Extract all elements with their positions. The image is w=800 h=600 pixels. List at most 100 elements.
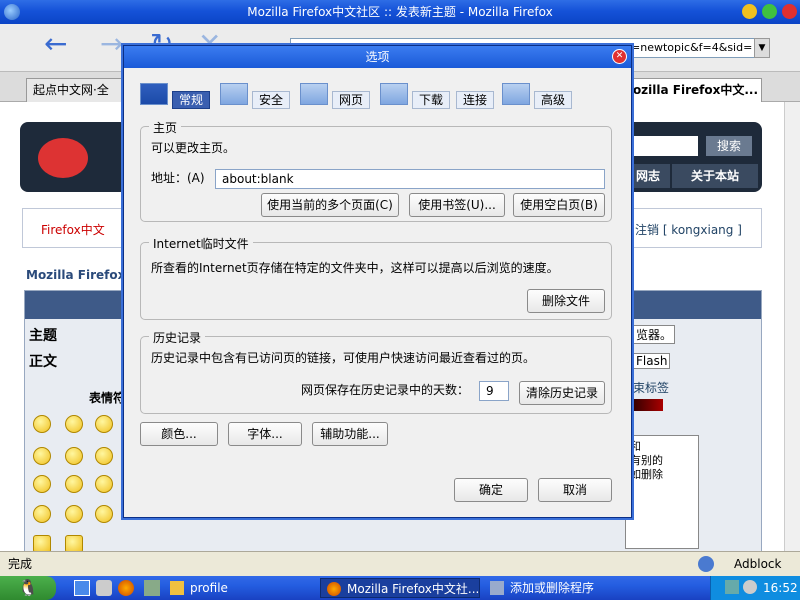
- emoticon-neutral-icon[interactable]: [95, 505, 113, 523]
- tab-advanced[interactable]: 高级: [502, 83, 582, 109]
- forward-icon[interactable]: →: [100, 24, 123, 64]
- emoticon-arrow-icon[interactable]: [65, 505, 83, 523]
- task-profile[interactable]: profile: [164, 578, 304, 598]
- home-group: 主页 可以更改主页。 地址：(A) about:blank 使用当前的多个页面(…: [140, 119, 612, 222]
- start-button[interactable]: 🐧: [0, 576, 56, 600]
- clear-cache-button[interactable]: 删除文件: [527, 289, 605, 313]
- tab-connection[interactable]: 连接: [424, 83, 504, 109]
- nav-about[interactable]: 关于本站: [672, 164, 758, 188]
- advanced-tab-icon: [502, 83, 530, 105]
- security-tab-icon: [220, 83, 248, 105]
- use-bookmark-button[interactable]: 使用书签(U)...: [409, 193, 505, 217]
- body-label: 正文: [29, 354, 57, 370]
- site-search-button[interactable]: 搜索: [706, 136, 752, 156]
- home-address-input[interactable]: about:blank: [215, 169, 605, 189]
- dialog-titlebar: 选项 ✕: [124, 46, 631, 68]
- nav-blog[interactable]: 网志: [626, 164, 670, 188]
- accessibility-button[interactable]: 辅助功能...: [312, 422, 388, 446]
- dialog-close-icon[interactable]: ✕: [612, 49, 627, 64]
- page-scrollbar[interactable]: [784, 102, 800, 551]
- use-current-pages-button[interactable]: 使用当前的多个页面(C): [261, 193, 399, 217]
- maximize-button[interactable]: [762, 4, 777, 19]
- start-logo-icon: 🐧: [18, 578, 38, 597]
- tab-webpage[interactable]: 网页: [300, 83, 380, 109]
- adblock-label[interactable]: Adblock: [734, 552, 781, 576]
- history-desc: 历史记录中包含有已访问页的链接，可使用户快速访问最近查看过的页。: [151, 351, 536, 365]
- history-days-input[interactable]: 9: [479, 381, 509, 401]
- taskbar: 🐧 profile Mozilla Firefox中文社... 添加或删除程序 …: [0, 576, 800, 600]
- task-firefox[interactable]: Mozilla Firefox中文社...: [320, 578, 480, 598]
- quicklaunch-icon[interactable]: [96, 580, 112, 596]
- window-title: Mozilla Firefox中文社区 :: 发表新主题 - Mozilla F…: [247, 5, 553, 19]
- back-icon[interactable]: ←: [44, 24, 67, 64]
- emoticon-sad-icon[interactable]: [95, 415, 113, 433]
- close-button[interactable]: [782, 4, 797, 19]
- emoticon-smile-icon[interactable]: [65, 415, 83, 433]
- close-tags-link[interactable]: 束标签: [633, 379, 669, 396]
- site-search-input[interactable]: [634, 136, 698, 156]
- tab-qidian[interactable]: 起点中文网·全: [26, 78, 126, 102]
- window-titlebar: Mozilla Firefox中文社区 :: 发表新主题 - Mozilla F…: [0, 0, 800, 24]
- help-text-3: 如删除: [630, 468, 663, 481]
- clear-history-button[interactable]: 清除历史记录: [519, 381, 605, 405]
- color-bar: [633, 399, 663, 411]
- history-legend: 历史记录: [149, 329, 206, 346]
- programs-icon: [490, 581, 504, 595]
- emoticons-label: 表情符: [89, 391, 126, 405]
- emoticon-confused-icon[interactable]: [95, 475, 113, 493]
- flash-button[interactable]: Flash: [633, 353, 671, 369]
- tab-security[interactable]: 安全: [220, 83, 300, 109]
- cache-legend: Internet临时文件: [149, 235, 253, 252]
- emoticon-idea-icon[interactable]: [33, 505, 51, 523]
- desktop-icon[interactable]: [74, 580, 90, 596]
- firefox-icon: [4, 4, 20, 20]
- webpage-tab-icon: [300, 83, 328, 105]
- fonts-button[interactable]: 字体...: [228, 422, 302, 446]
- emoticon-happy-icon[interactable]: [65, 447, 83, 465]
- colors-button[interactable]: 颜色...: [140, 422, 218, 446]
- browser-snippet: 览器。: [633, 325, 676, 344]
- use-blank-page-button[interactable]: 使用空白页(B): [513, 193, 605, 217]
- home-legend: 主页: [149, 119, 182, 136]
- clock: 16:52: [763, 581, 798, 595]
- url-dropdown-icon[interactable]: ▼: [754, 38, 770, 58]
- firefox-link[interactable]: Firefox中文: [41, 221, 105, 238]
- home-address-label: 地址：(A): [151, 171, 205, 185]
- sync-icon[interactable]: [698, 556, 714, 572]
- emoticon-angry-icon[interactable]: [33, 475, 51, 493]
- status-text: 完成: [8, 557, 33, 571]
- minimize-button[interactable]: [742, 4, 757, 19]
- cache-group: Internet临时文件 所查看的Internet页存储在特定的文件夹中，这样可…: [140, 235, 612, 320]
- emoticon-cool-icon[interactable]: [33, 447, 51, 465]
- general-tab-icon: [140, 83, 168, 105]
- system-tray: 16:52: [710, 576, 800, 600]
- volume-icon[interactable]: [743, 580, 757, 594]
- subject-label: 主题: [29, 328, 57, 344]
- mozilla-logo-icon: [38, 138, 88, 178]
- emoticon-evil-icon[interactable]: [65, 475, 83, 493]
- forum-title: Mozilla Firefox: [26, 268, 126, 282]
- cancel-button[interactable]: 取消: [538, 478, 612, 502]
- status-bar: 完成 Adblock: [0, 551, 800, 576]
- emoticon-grin-icon[interactable]: [33, 415, 51, 433]
- firefox-launch-icon[interactable]: [118, 580, 134, 596]
- options-dialog: 选项 ✕ 常规 安全 网页 下载 连接 高级 主页 可以更改主页。 地址：(A)…: [123, 45, 632, 518]
- ok-button[interactable]: 确定: [454, 478, 528, 502]
- help-box: 和 有别的 如删除: [625, 435, 699, 549]
- logout-link[interactable]: 注销 [ kongxiang ]: [635, 221, 742, 238]
- cache-desc: 所查看的Internet页存储在特定的文件夹中，这样可以提高以后浏览的速度。: [151, 261, 559, 275]
- task-add-remove[interactable]: 添加或删除程序: [484, 578, 634, 598]
- folder-icon: [170, 581, 184, 595]
- app-launch-icon[interactable]: [144, 580, 160, 596]
- history-group: 历史记录 历史记录中包含有已访问页的链接，可使用户快速访问最近查看过的页。 网页…: [140, 329, 612, 414]
- download-tab-icon: [380, 83, 408, 105]
- emoticon-worried-icon[interactable]: [95, 447, 113, 465]
- tab-general[interactable]: 常规: [140, 83, 220, 109]
- dialog-title: 选项: [365, 50, 390, 64]
- history-days-label: 网页保存在历史记录中的天数：: [301, 383, 470, 397]
- tab-firefox-community[interactable]: Mozilla Firefox中文...: [614, 78, 762, 102]
- firefox-task-icon: [327, 582, 341, 596]
- url-text: =newtopic&f=4&sid=: [631, 41, 753, 54]
- home-desc: 可以更改主页。: [151, 141, 236, 155]
- network-icon[interactable]: [725, 580, 739, 594]
